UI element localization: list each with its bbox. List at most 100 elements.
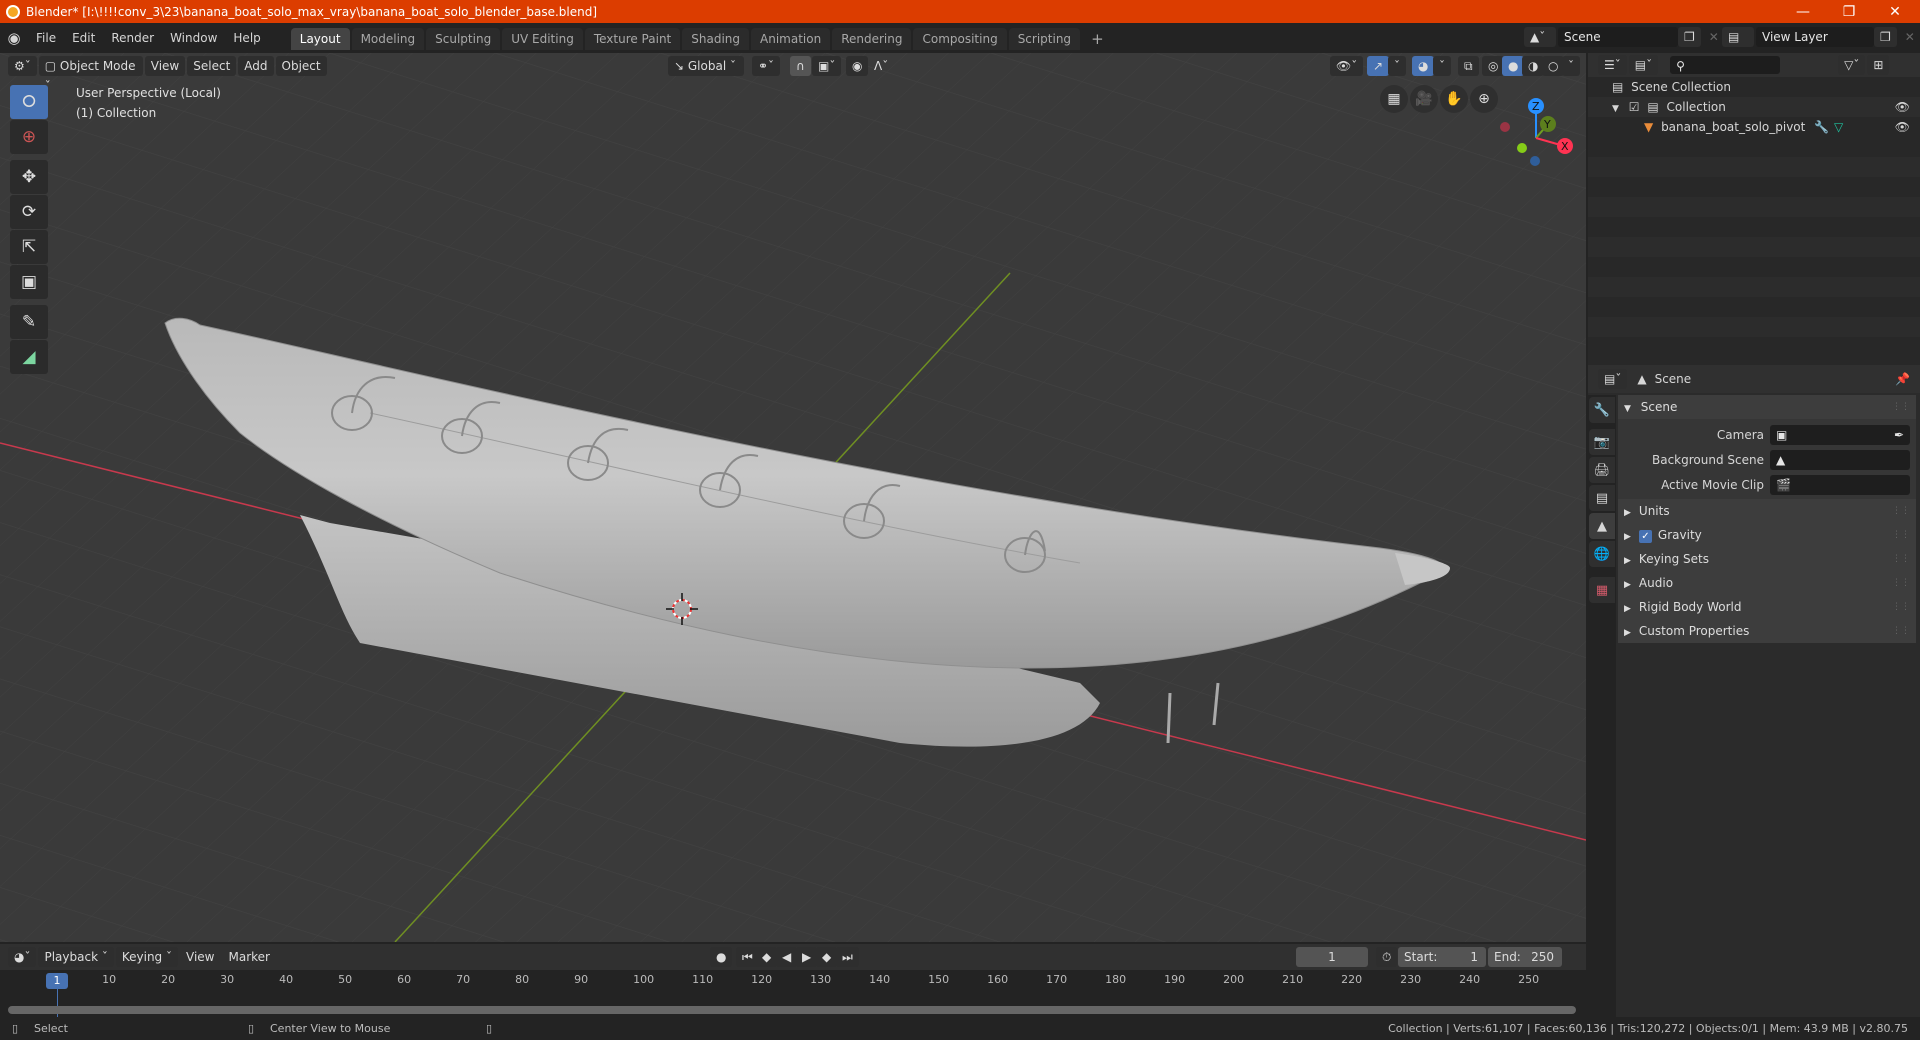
output-tab-icon[interactable]: 🖨 bbox=[1589, 457, 1615, 483]
measure-tool[interactable]: ◢ bbox=[10, 340, 48, 374]
new-collection-icon[interactable]: ⊞ bbox=[1867, 55, 1890, 75]
play-reverse-icon[interactable]: ◀ bbox=[776, 947, 798, 967]
restore-button[interactable]: ❐ bbox=[1826, 0, 1872, 23]
expand-arrow-icon[interactable]: ▼ bbox=[1612, 104, 1619, 114]
custom-properties-panel-header[interactable]: ▶ Custom Properties ⋮⋮ bbox=[1618, 619, 1916, 643]
menu-window[interactable]: Window bbox=[162, 27, 225, 49]
menu-marker[interactable]: Marker bbox=[222, 947, 275, 967]
outliner-row-object[interactable]: ▼ banana_boat_solo_pivot 🔧 ▽ 👁 bbox=[1588, 117, 1920, 137]
drag-handle-icon[interactable]: ⋮⋮ bbox=[1892, 547, 1910, 571]
pivot-point-dropdown[interactable]: ⚭ˇ bbox=[752, 56, 781, 76]
new-scene-icon[interactable]: ❐ bbox=[1678, 27, 1701, 47]
drag-handle-icon[interactable]: ⋮⋮ bbox=[1892, 571, 1910, 595]
tab-texture-paint[interactable]: Texture Paint bbox=[584, 28, 681, 50]
menu-help[interactable]: Help bbox=[225, 27, 268, 49]
display-mode-dropdown[interactable]: ▤ˇ bbox=[1628, 55, 1659, 75]
playback-dropdown[interactable]: Playback ˇ bbox=[38, 947, 114, 967]
drag-handle-icon[interactable]: ⋮⋮ bbox=[1892, 619, 1910, 643]
collection-checkbox[interactable]: ☑ bbox=[1629, 100, 1640, 114]
outliner-row-collection[interactable]: ▼ ☑ ▤ Collection 👁 bbox=[1588, 97, 1920, 117]
eyedropper-icon[interactable]: ✒ bbox=[1894, 425, 1904, 445]
pan-hand-icon[interactable]: ✋ bbox=[1440, 85, 1468, 113]
add-workspace-button[interactable]: + bbox=[1082, 28, 1113, 50]
tab-sculpting[interactable]: Sculpting bbox=[426, 28, 501, 50]
jump-end-icon[interactable]: ⏭ bbox=[836, 947, 859, 967]
menu-add[interactable]: Add bbox=[238, 56, 274, 76]
outliner-row-scene-collection[interactable]: ▤ Scene Collection bbox=[1588, 77, 1920, 97]
audio-panel-header[interactable]: ▶ Audio ⋮⋮ bbox=[1618, 571, 1916, 595]
gizmo-neg-x-axis[interactable] bbox=[1500, 122, 1510, 132]
current-frame-field[interactable]: 1 bbox=[1296, 947, 1368, 967]
object-visibility-eye-icon[interactable]: 👁 bbox=[1895, 117, 1910, 137]
outliner-search-input[interactable]: ⚲ bbox=[1670, 56, 1781, 74]
world-tab-icon[interactable]: 🌐 bbox=[1589, 541, 1615, 567]
outliner-editor-type-icon[interactable]: ☰ˇ bbox=[1598, 55, 1627, 75]
gizmo-dropdown[interactable]: ˇ bbox=[1388, 56, 1406, 76]
view-layer-name-field[interactable]: View Layer bbox=[1756, 27, 1874, 47]
view-layer-browse-icon[interactable]: ▤ bbox=[1722, 27, 1754, 47]
xray-toggle-icon[interactable]: ⧉ bbox=[1458, 56, 1479, 76]
gizmo-neg-y-axis[interactable] bbox=[1517, 143, 1527, 153]
menu-object[interactable]: Object bbox=[275, 56, 327, 76]
view-layer-tab-icon[interactable]: ▤ bbox=[1589, 485, 1615, 511]
drag-handle-icon[interactable]: ⋮⋮ bbox=[1892, 595, 1910, 619]
menu-render[interactable]: Render bbox=[103, 27, 162, 49]
mode-dropdown[interactable]: ▢ Object Mode ˇ bbox=[38, 56, 143, 93]
rigid-body-world-panel-header[interactable]: ▶ Rigid Body World ⋮⋮ bbox=[1618, 595, 1916, 619]
start-frame-field[interactable]: Start: 1 bbox=[1398, 947, 1486, 967]
proportional-edit-icon[interactable]: ◉ bbox=[846, 56, 869, 76]
zoom-magnifier-icon[interactable]: ⊕ bbox=[1470, 85, 1498, 113]
tab-shading[interactable]: Shading bbox=[682, 28, 749, 50]
cursor-tool[interactable]: ⊕ bbox=[10, 120, 48, 154]
shading-options-dropdown[interactable]: ˇ bbox=[1562, 56, 1580, 76]
record-keyframe-icon[interactable]: ● bbox=[710, 947, 733, 967]
scene-browse-icon[interactable]: ▲ˇ bbox=[1524, 27, 1556, 47]
collection-visibility-eye-icon[interactable]: 👁 bbox=[1895, 97, 1910, 117]
frame-ruler[interactable]: 10 20 30 40 50 60 70 80 90 100 110 120 130 140 150 160 1… bbox=[0, 970, 1586, 990]
tool-tab-icon[interactable]: 🔧 bbox=[1589, 397, 1615, 423]
gizmo-toggle-icon[interactable]: ↗ bbox=[1367, 56, 1390, 76]
timeline-scrollbar[interactable] bbox=[8, 1006, 1576, 1014]
scene-panel-header[interactable]: ▼ Scene ⋮⋮ bbox=[1618, 395, 1916, 419]
tab-compositing[interactable]: Compositing bbox=[913, 28, 1007, 50]
background-scene-field[interactable]: ▲ bbox=[1770, 450, 1910, 470]
snap-target-dropdown[interactable]: ▣ˇ bbox=[812, 56, 842, 76]
proportional-falloff-dropdown[interactable]: Λˇ bbox=[868, 56, 894, 76]
tab-layout[interactable]: Layout bbox=[290, 28, 350, 50]
select-box-tool[interactable]: ⭘ bbox=[10, 85, 48, 119]
tab-modeling[interactable]: Modeling bbox=[351, 28, 425, 50]
stopwatch-icon[interactable]: ⏱ bbox=[1376, 947, 1398, 967]
tab-rendering[interactable]: Rendering bbox=[832, 28, 912, 50]
playhead[interactable]: 1 bbox=[46, 973, 68, 989]
drag-handle-icon[interactable]: ⋮⋮ bbox=[1892, 395, 1910, 419]
prev-keyframe-icon[interactable]: ◆ bbox=[756, 947, 778, 967]
units-panel-header[interactable]: ▶ Units ⋮⋮ bbox=[1618, 499, 1916, 523]
overlay-toggle-icon[interactable]: ◕ bbox=[1412, 56, 1435, 76]
next-keyframe-icon[interactable]: ◆ bbox=[816, 947, 838, 967]
timeline-editor-type-icon[interactable]: ◕ˇ bbox=[8, 947, 37, 967]
transform-orientation-dropdown[interactable]: ↘ Global ˇ bbox=[668, 56, 744, 76]
drag-handle-icon[interactable]: ⋮⋮ bbox=[1892, 499, 1910, 523]
tab-uv-editing[interactable]: UV Editing bbox=[502, 28, 583, 50]
menu-select[interactable]: Select bbox=[187, 56, 237, 76]
overlay-dropdown[interactable]: ˇ bbox=[1433, 56, 1451, 76]
play-icon[interactable]: ▶ bbox=[796, 947, 818, 967]
scene-name-field[interactable]: Scene bbox=[1558, 27, 1678, 47]
blender-menu-icon[interactable]: ◉ bbox=[0, 29, 28, 47]
scale-tool[interactable]: ⇱ bbox=[10, 230, 48, 264]
menu-view[interactable]: View bbox=[144, 56, 186, 76]
drag-handle-icon[interactable]: ⋮⋮ bbox=[1892, 523, 1910, 547]
editor-type-icon[interactable]: ⚙ˇ bbox=[8, 56, 37, 76]
visibility-dropdown[interactable]: 👁ˇ bbox=[1330, 56, 1364, 76]
menu-edit[interactable]: Edit bbox=[64, 27, 103, 49]
delete-view-layer-icon[interactable]: ✕ bbox=[1899, 27, 1920, 47]
keying-dropdown[interactable]: Keying ˇ bbox=[115, 947, 178, 967]
minimize-button[interactable]: — bbox=[1780, 0, 1826, 23]
menu-view[interactable]: View bbox=[180, 947, 220, 967]
pin-icon[interactable]: 📌 bbox=[1895, 372, 1910, 386]
camera-view-icon[interactable]: 🎥 bbox=[1410, 85, 1438, 113]
gravity-panel-header[interactable]: ▶ ✓ Gravity ⋮⋮ bbox=[1618, 523, 1916, 547]
snap-toggle-icon[interactable]: ∩ bbox=[790, 56, 811, 76]
modifier-wrench-icon[interactable]: 🔧 bbox=[1814, 117, 1829, 137]
properties-editor-type-icon[interactable]: ▤ˇ bbox=[1598, 369, 1628, 389]
